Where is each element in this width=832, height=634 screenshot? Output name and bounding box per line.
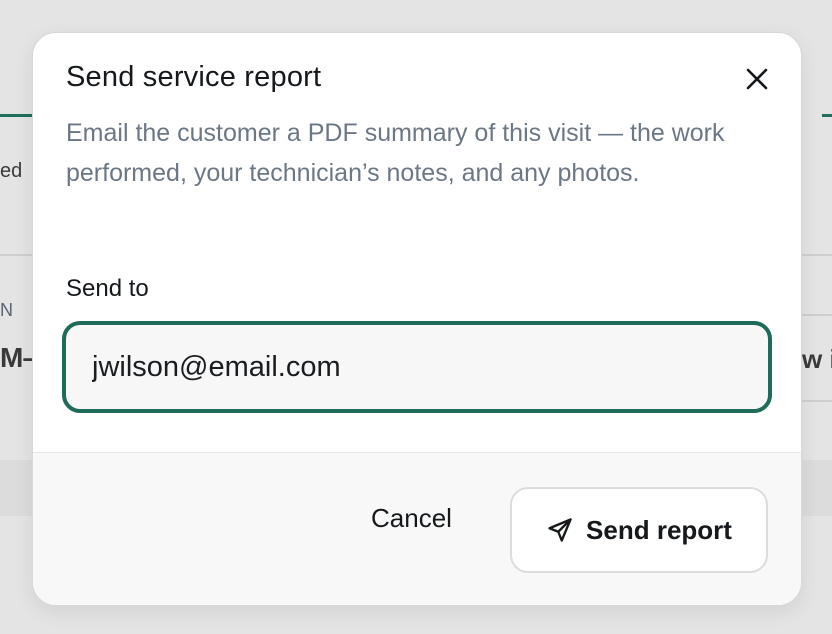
send-report-label: Send report (586, 514, 732, 545)
background-tab-underline-right (822, 114, 832, 117)
dialog-footer: Cancel Send report (33, 452, 801, 605)
cancel-button[interactable]: Cancel (363, 493, 460, 543)
background-tab-underline (0, 114, 34, 117)
background-text: N (0, 300, 13, 320)
close-icon (746, 68, 768, 90)
background-text: w in (802, 344, 832, 374)
dialog-title: Send service report (66, 61, 322, 93)
background-divider (800, 314, 832, 316)
background-text: ed (0, 160, 23, 182)
close-button[interactable] (739, 61, 775, 97)
send-to-label: Send to (66, 275, 149, 302)
email-input[interactable] (62, 321, 772, 413)
send-icon (548, 518, 572, 542)
send-report-dialog: Send service report Email the customer a… (32, 32, 802, 606)
dialog-description: Email the customer a PDF summary of this… (66, 119, 725, 187)
send-report-button[interactable]: Send report (510, 487, 768, 573)
background-divider (800, 400, 832, 402)
